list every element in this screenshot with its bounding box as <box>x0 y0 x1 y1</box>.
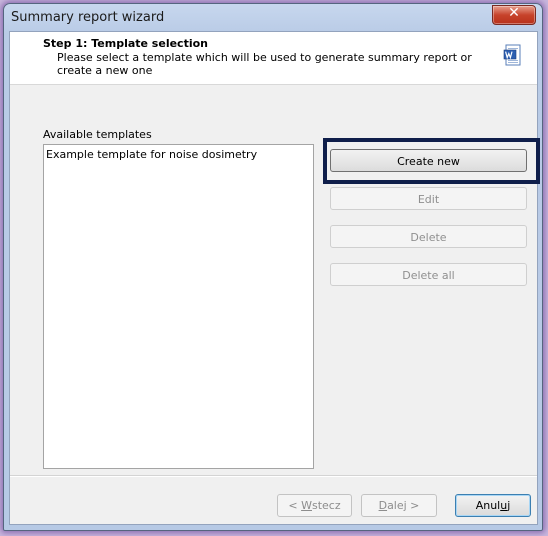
available-templates-label: Available templates <box>43 128 152 141</box>
back-button[interactable]: < Wstecz <box>277 494 352 517</box>
close-button[interactable]: ✕ <box>492 5 536 25</box>
wizard-window: Summary report wizard ✕ Step 1: Template… <box>3 3 543 531</box>
wizard-client-area: Step 1: Template selection Please select… <box>9 31 540 525</box>
delete-button[interactable]: Delete <box>330 225 527 248</box>
back-mnemonic: W <box>301 499 312 512</box>
delete-all-button[interactable]: Delete all <box>330 263 527 286</box>
templates-listbox[interactable]: Example template for noise dosimetry <box>43 144 314 469</box>
close-icon: ✕ <box>508 5 520 21</box>
edit-button[interactable]: Edit <box>330 187 527 210</box>
create-new-button[interactable]: Create new <box>330 149 527 172</box>
back-label-prefix: < <box>288 499 302 512</box>
next-mnemonic: D <box>378 499 388 512</box>
cancel-label-rest: j <box>507 499 511 512</box>
list-item[interactable]: Example template for noise dosimetry <box>46 148 257 161</box>
next-button[interactable]: Dalej > <box>361 494 437 517</box>
next-label-rest: alej > <box>387 499 420 512</box>
step-description: Please select a template which will be u… <box>57 51 472 77</box>
cancel-label-prefix: Anul <box>475 499 501 512</box>
window-title: Summary report wizard <box>11 10 165 25</box>
word-document-icon <box>503 44 521 66</box>
back-label-rest: stecz <box>311 499 341 512</box>
step-title: Step 1: Template selection <box>43 37 208 50</box>
footer-divider <box>10 475 537 477</box>
wizard-header: Step 1: Template selection Please select… <box>10 32 537 85</box>
cancel-button[interactable]: Anuluj <box>455 494 531 517</box>
title-bar[interactable]: Summary report wizard ✕ <box>4 4 542 31</box>
